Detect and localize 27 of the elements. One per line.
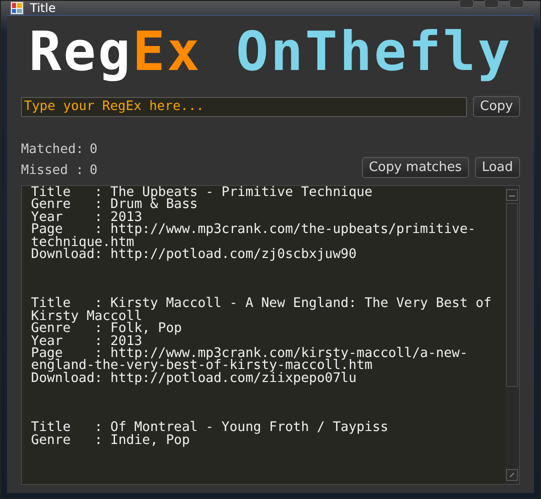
scroll-up-icon[interactable] [506, 189, 518, 201]
result-line: Title : Of Montreal - Young Froth / Taypiss [31, 422, 390, 435]
result-line: Genre : Drum & Bass [31, 199, 199, 212]
window-title: Title [30, 1, 56, 15]
close-button[interactable] [509, 0, 524, 8]
result-line: Genre : Indie, Pop [31, 434, 191, 448]
copy-button[interactable]: Copy [473, 96, 520, 117]
app-icon [10, 1, 24, 15]
matched-label: Matched: [21, 142, 84, 157]
result-line: Page : http://www.mp3crank.com/kirsty-maccoll/a-new-england-the-very-best-of-kirsty-maccoll.htm [31, 348, 469, 373]
result-line: Download: http://potload.com/zj0scbxjuw90 [31, 249, 358, 262]
result-line: Genre : Folk, Pop [31, 323, 183, 336]
result-line: Year : 2013 [31, 336, 142, 348]
missed-label: Missed : [21, 163, 84, 178]
minimize-button[interactable] [459, 0, 474, 8]
result-line: Download: http://potload.com/ziixpepo07lu [31, 372, 357, 386]
load-button[interactable]: Load [474, 157, 520, 178]
maximize-button[interactable] [484, 0, 499, 8]
result-line: Year : 2013 [31, 212, 142, 224]
app-logo: RegEx OnThefly [28, 19, 514, 85]
result-line: Title : The Upbeats - Primitive Technique [31, 187, 374, 200]
regex-input-field[interactable]: Type your RegEx here... [21, 96, 468, 116]
scrollbar[interactable] [505, 186, 519, 484]
matched-count: 0 [90, 142, 98, 157]
copy-matches-button[interactable]: Copy matches [362, 157, 469, 178]
scrollbar-thumb[interactable] [506, 203, 518, 387]
missed-count: 0 [90, 163, 98, 178]
